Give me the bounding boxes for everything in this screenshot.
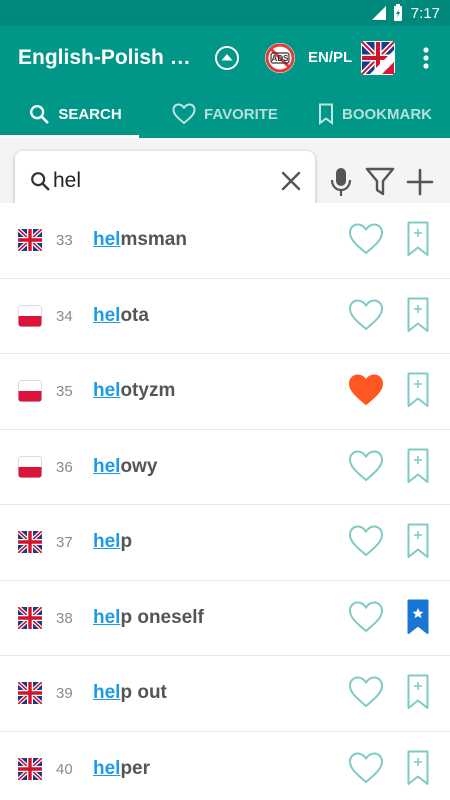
poland-flag-icon bbox=[18, 455, 42, 478]
uk-flag-icon bbox=[16, 756, 44, 781]
list-item[interactable]: 35 helotyzm bbox=[0, 354, 450, 430]
word-rest: p bbox=[120, 531, 133, 552]
uk-flag-icon bbox=[16, 680, 44, 706]
uk-flag-icon bbox=[16, 605, 44, 630]
heart-outline-icon[interactable] bbox=[348, 675, 384, 709]
app-bar: English-Polish d… ADS EN/PL bbox=[0, 26, 450, 90]
word-text[interactable]: helotyzm bbox=[93, 380, 175, 402]
word-number: 33 bbox=[56, 232, 73, 249]
uk-flag-icon bbox=[16, 529, 44, 555]
bookmark-add-icon[interactable] bbox=[407, 297, 429, 333]
bookmark-filled-icon[interactable] bbox=[407, 599, 429, 635]
word-match-prefix: hel bbox=[93, 380, 121, 401]
list-item[interactable]: 38 help oneself bbox=[0, 580, 450, 656]
collapse-triangle-icon[interactable] bbox=[214, 45, 240, 71]
tab-bar: SEARCH FAVORITE BOOKMARK bbox=[0, 90, 450, 138]
word-match-prefix: hel bbox=[93, 229, 121, 250]
poland-flag-icon bbox=[18, 304, 42, 327]
list-item[interactable]: 39 help out bbox=[0, 656, 450, 732]
heart-outline-icon[interactable] bbox=[348, 298, 384, 332]
word-number: 38 bbox=[56, 609, 73, 627]
tab-bookmark[interactable]: BOOKMARK bbox=[300, 90, 450, 138]
add-icon[interactable] bbox=[406, 168, 434, 196]
search-icon bbox=[30, 105, 49, 124]
list-item[interactable]: 34 helota bbox=[0, 278, 450, 354]
word-match-prefix: hel bbox=[93, 455, 121, 477]
list-item[interactable]: 40 helper bbox=[0, 731, 450, 800]
word-rest: otyzm bbox=[120, 380, 176, 401]
language-switch-flag-icon[interactable] bbox=[361, 41, 395, 75]
list-item[interactable]: 37 help bbox=[0, 505, 450, 581]
word-match-prefix: hel bbox=[93, 531, 121, 552]
search-icon bbox=[31, 172, 50, 191]
word-text[interactable]: helowy bbox=[93, 456, 157, 478]
battery-icon bbox=[393, 4, 402, 21]
word-number: 34 bbox=[56, 307, 73, 325]
word-match-prefix: hel bbox=[93, 757, 121, 779]
more-vert-icon[interactable] bbox=[414, 44, 438, 72]
tab-search-label: SEARCH bbox=[58, 105, 122, 123]
bookmark-add-icon[interactable] bbox=[407, 523, 429, 559]
bookmark-add-icon[interactable] bbox=[407, 750, 429, 786]
poland-flag-icon bbox=[18, 380, 42, 402]
heart-filled-icon[interactable] bbox=[348, 373, 384, 407]
word-rest: p oneself bbox=[120, 606, 204, 628]
heart-outline-icon[interactable] bbox=[348, 751, 384, 785]
tab-favorite[interactable]: FAVORITE bbox=[150, 90, 300, 138]
word-match-prefix: hel bbox=[93, 606, 121, 628]
word-text[interactable]: help oneself bbox=[93, 607, 204, 629]
word-rest: p out bbox=[120, 682, 167, 703]
language-pair-label[interactable]: EN/PL bbox=[308, 49, 352, 66]
status-bar: 7:17 bbox=[0, 0, 450, 26]
word-text[interactable]: helmsman bbox=[93, 229, 187, 251]
word-number: 37 bbox=[56, 534, 73, 551]
word-number: 40 bbox=[56, 760, 73, 778]
word-text[interactable]: helper bbox=[93, 758, 150, 780]
remove-ads-button[interactable]: ADS bbox=[264, 42, 296, 74]
bookmark-add-icon[interactable] bbox=[407, 674, 429, 710]
list-item[interactable]: 36 helowy bbox=[0, 429, 450, 505]
word-rest: owy bbox=[120, 455, 158, 477]
bookmark-add-icon[interactable] bbox=[407, 372, 429, 408]
tab-favorite-label: FAVORITE bbox=[204, 105, 278, 123]
word-text[interactable]: help out bbox=[93, 682, 167, 704]
word-text[interactable]: helota bbox=[93, 305, 149, 327]
word-rest: ota bbox=[120, 304, 149, 326]
word-rest: per bbox=[120, 757, 151, 779]
heart-icon bbox=[172, 103, 196, 125]
heart-outline-icon[interactable] bbox=[348, 524, 384, 558]
heart-outline-icon[interactable] bbox=[348, 449, 384, 483]
word-number: 36 bbox=[56, 458, 73, 476]
ads-text: ADS bbox=[272, 54, 290, 63]
search-input[interactable] bbox=[53, 165, 273, 197]
word-number: 35 bbox=[56, 383, 73, 400]
app-title: English-Polish d… bbox=[18, 46, 194, 69]
bookmark-add-icon[interactable] bbox=[407, 221, 429, 257]
bookmark-add-icon[interactable] bbox=[407, 448, 429, 484]
tab-bookmark-label: BOOKMARK bbox=[342, 105, 432, 123]
clock: 7:17 bbox=[410, 4, 440, 22]
clear-icon[interactable] bbox=[279, 169, 303, 193]
bookmark-icon bbox=[319, 103, 333, 125]
word-match-prefix: hel bbox=[93, 682, 121, 703]
tab-search[interactable]: SEARCH bbox=[0, 90, 150, 138]
word-list: 33 helmsman 34 helota 35 helotyzm 36 helowy 37 he… bbox=[0, 203, 450, 800]
word-number: 39 bbox=[56, 685, 73, 702]
word-text[interactable]: help bbox=[93, 531, 132, 553]
list-item[interactable]: 33 helmsman bbox=[0, 203, 450, 279]
uk-flag-icon bbox=[16, 227, 44, 253]
microphone-icon[interactable] bbox=[328, 166, 354, 198]
heart-outline-icon[interactable] bbox=[348, 600, 384, 634]
word-match-prefix: hel bbox=[93, 304, 121, 326]
search-box[interactable] bbox=[15, 151, 315, 211]
word-rest: msman bbox=[120, 229, 187, 250]
signal-icon bbox=[371, 6, 386, 20]
heart-outline-icon[interactable] bbox=[348, 222, 384, 256]
filter-icon[interactable] bbox=[364, 166, 396, 198]
